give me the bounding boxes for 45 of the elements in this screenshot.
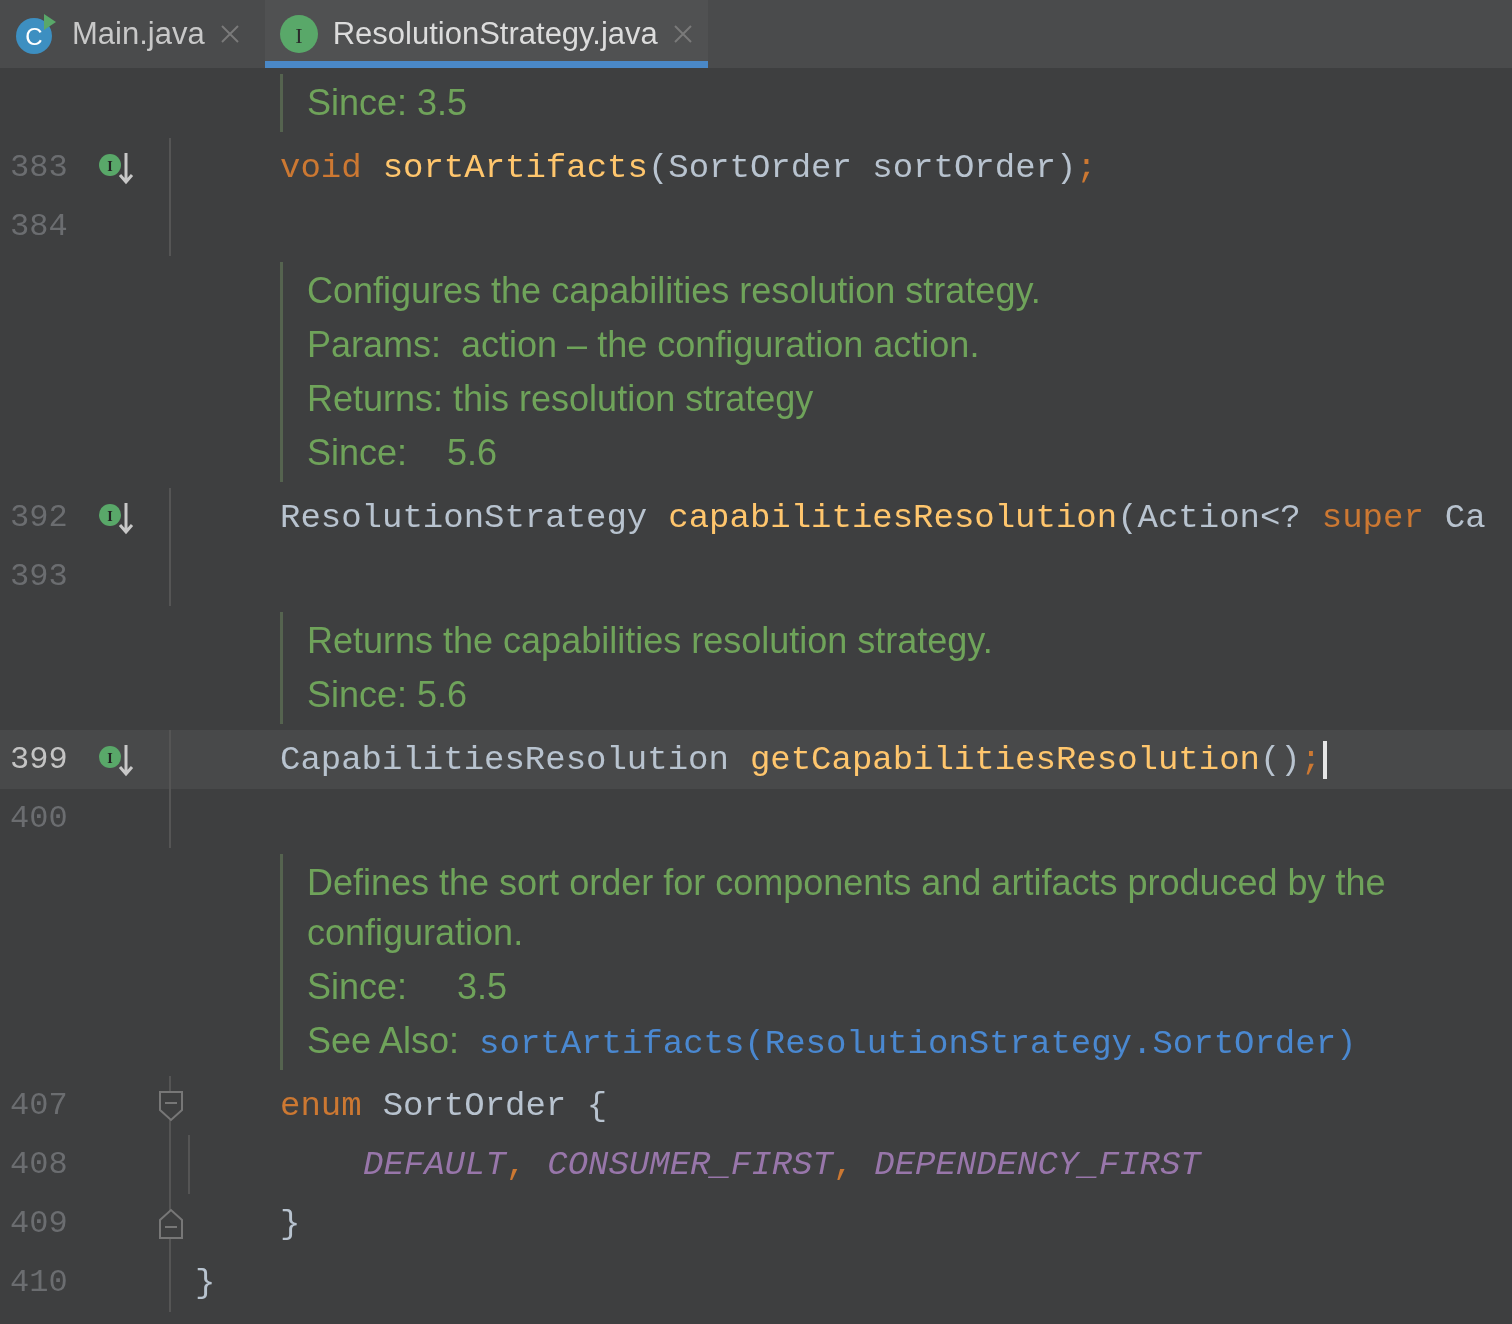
doc-text: 5.6 <box>446 431 498 475</box>
code-token: } <box>195 1263 216 1302</box>
doc-link[interactable]: sortArtifacts(ResolutionStrategy.SortOrder) <box>479 1025 1357 1063</box>
editor-tab[interactable]: C Main.java <box>0 0 255 68</box>
tab-label: Main.java <box>72 16 205 52</box>
line-number: 399 <box>9 741 69 778</box>
code-token: CapabilitiesResolution <box>280 740 729 779</box>
doc-text: action – the configuration action. <box>461 323 980 367</box>
code-token: capabilitiesResolution <box>668 498 1118 537</box>
text-caret <box>1323 740 1328 779</box>
interface-icon: I <box>278 14 319 54</box>
doc-text: Configures the capabilities resolution strategy. <box>307 269 1041 313</box>
editor-tab[interactable]: I ResolutionStrategy.java <box>264 0 708 68</box>
doc-text: Params: <box>307 323 442 367</box>
code-token: Ca <box>1444 498 1486 537</box>
code-token: void <box>280 148 362 187</box>
doc-text: Since: 3.5 <box>307 81 468 125</box>
tab-label: ResolutionStrategy.java <box>332 16 658 52</box>
code-token: enum <box>280 1086 362 1125</box>
code-token: (SortOrder sortOrder) <box>647 148 1077 187</box>
code-token: ; <box>1300 740 1322 779</box>
doc-text: Returns: this resolution strategy <box>307 377 814 421</box>
close-icon[interactable] <box>671 23 694 45</box>
doc-text: Since: <box>307 965 408 1009</box>
code-token: (Action<? <box>1117 498 1301 537</box>
close-icon[interactable] <box>218 23 241 45</box>
doc-text: See Also: <box>307 1019 460 1063</box>
fold-icon[interactable] <box>158 1089 184 1122</box>
code-token: DEPENDENCY_FIRST <box>874 1145 1201 1184</box>
doc-text: Defines the sort order for components and artifacts produced by the configuration. <box>307 861 1387 955</box>
doc-text: Since: 5.6 <box>307 673 468 717</box>
code-token: super <box>1321 498 1424 537</box>
code-token: CONSUMER_FIRST <box>547 1145 833 1184</box>
code-token: sortArtifacts <box>382 148 648 187</box>
code-token: SortOrder { <box>382 1086 608 1125</box>
code-token: getCapabilitiesResolution <box>749 740 1260 779</box>
code-token: () <box>1259 740 1301 779</box>
code-token: ; <box>1076 148 1097 187</box>
code-token: ResolutionStrategy <box>280 498 648 537</box>
fold-icon[interactable] <box>158 1207 184 1240</box>
doc-text: Returns the capabilities resolution strategy. <box>307 619 993 663</box>
doc-text: Since: <box>307 431 408 475</box>
code-token: DEFAULT <box>363 1145 506 1184</box>
code-token: } <box>280 1204 301 1243</box>
doc-text: 3.5 <box>456 965 508 1009</box>
